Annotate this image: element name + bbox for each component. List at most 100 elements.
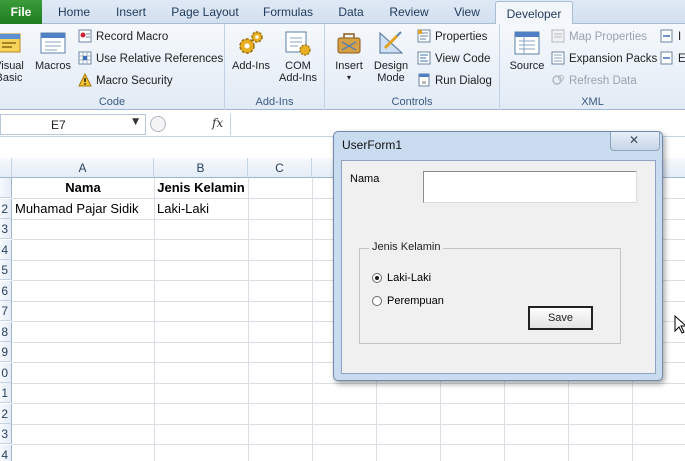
- design-mode-label-2: Mode: [377, 72, 405, 84]
- properties-button[interactable]: Properties: [417, 27, 487, 47]
- group-addins-label: Add-Ins: [255, 96, 294, 108]
- xml-import-button[interactable]: I: [660, 27, 681, 47]
- tab-data[interactable]: Data: [328, 0, 374, 24]
- xml-import-label: I: [678, 31, 682, 43]
- cell-b2[interactable]: Laki-Laki: [157, 199, 248, 219]
- tab-formulas[interactable]: Formulas: [252, 0, 324, 24]
- formula-options-icon[interactable]: [150, 116, 166, 132]
- tab-view[interactable]: View: [444, 0, 490, 24]
- radio-laki-laki[interactable]: [372, 273, 382, 283]
- tab-review[interactable]: Review: [378, 0, 440, 24]
- chevron-down-icon[interactable]: ▼: [132, 117, 139, 127]
- gridline: [154, 178, 155, 461]
- row-header[interactable]: 3: [0, 424, 12, 444]
- visual-basic-button[interactable]: Visual Basic: [0, 28, 26, 84]
- row-header[interactable]: 9: [0, 342, 12, 362]
- cell-a2[interactable]: Muhamad Pajar Sidik: [15, 199, 154, 219]
- gridline: [312, 178, 313, 461]
- record-macro-button[interactable]: Record Macro: [78, 27, 168, 47]
- macros-icon: [40, 32, 66, 54]
- com-addins-button[interactable]: COM Add-Ins: [275, 28, 321, 84]
- run-dialog-label: Run Dialog: [435, 75, 492, 87]
- macros-button[interactable]: Macros: [33, 28, 73, 72]
- row-header-label: 0: [1, 365, 8, 380]
- view-code-button[interactable]: View Code: [417, 49, 490, 69]
- xml-source-icon: [514, 31, 540, 55]
- refresh-data-button[interactable]: Refresh Data: [551, 71, 637, 91]
- row-header[interactable]: [0, 178, 12, 198]
- tab-page-layout[interactable]: Page Layout: [162, 0, 248, 24]
- gridline: [12, 444, 685, 445]
- xml-export-button[interactable]: E: [660, 49, 685, 69]
- cell-a1[interactable]: Nama: [12, 178, 154, 198]
- row-header[interactable]: 1: [0, 383, 12, 403]
- column-header-c[interactable]: C: [248, 158, 312, 178]
- macro-security-button[interactable]: Macro Security: [78, 71, 173, 91]
- map-properties-button[interactable]: Map Properties: [551, 27, 647, 47]
- run-dialog-icon: [418, 73, 430, 87]
- select-all-corner[interactable]: [0, 158, 12, 178]
- column-header-b[interactable]: B: [154, 158, 248, 178]
- row-header[interactable]: 2: [0, 198, 12, 219]
- row-header[interactable]: 6: [0, 280, 12, 301]
- tab-insert[interactable]: Insert: [104, 0, 158, 24]
- cell-b1[interactable]: Jenis Kelamin: [154, 178, 248, 198]
- design-mode-icon: [379, 31, 404, 54]
- record-macro-icon: [78, 29, 92, 43]
- row-header-label: 8: [1, 324, 8, 339]
- refresh-data-label: Refresh Data: [569, 75, 637, 87]
- row-header[interactable]: 2: [0, 403, 12, 424]
- xml-source-label: Source: [509, 60, 545, 72]
- run-dialog-button[interactable]: Run Dialog: [417, 71, 492, 91]
- group-xml: Source Map Properties Expansion Packs Re…: [500, 24, 685, 110]
- visual-basic-icon: [0, 33, 21, 53]
- row-header[interactable]: 8: [0, 321, 12, 342]
- use-relative-references-button[interactable]: Use Relative References: [78, 49, 223, 69]
- addins-button[interactable]: Add-Ins: [231, 28, 271, 72]
- com-addins-icon: [285, 31, 311, 56]
- chevron-down-icon: ▾: [346, 73, 351, 82]
- row-header[interactable]: 5: [0, 260, 12, 280]
- export-icon: [660, 51, 673, 65]
- visual-basic-label-2: Basic: [0, 72, 23, 84]
- column-header-a[interactable]: A: [12, 158, 154, 178]
- tab-developer[interactable]: Developer: [495, 1, 573, 25]
- userform-window: UserForm1 ✕ Nama Jenis Kelamin Laki-Laki…: [333, 131, 663, 381]
- row-header[interactable]: 7: [0, 301, 12, 321]
- insert-function-button[interactable]: fx: [212, 116, 223, 130]
- nama-textbox[interactable]: [423, 171, 637, 203]
- warning-icon: [78, 73, 92, 87]
- radio-perempuan-label[interactable]: Perempuan: [387, 295, 444, 307]
- com-addins-label-2: Add-Ins: [279, 72, 317, 84]
- relative-references-icon: [78, 51, 92, 65]
- expansion-packs-button[interactable]: Expansion Packs: [551, 49, 657, 69]
- design-mode-button[interactable]: Design Mode: [370, 28, 412, 84]
- xml-source-button[interactable]: Source: [507, 28, 547, 72]
- group-code-label: Code: [98, 96, 126, 108]
- name-box[interactable]: E7 ▼: [0, 114, 146, 135]
- radio-perempuan[interactable]: [372, 296, 382, 306]
- expansion-packs-label: Expansion Packs: [569, 53, 658, 65]
- row-header[interactable]: 4: [0, 444, 12, 461]
- group-xml-label: XML: [581, 96, 604, 108]
- properties-label: Properties: [435, 31, 488, 43]
- row-header[interactable]: 3: [0, 219, 12, 239]
- radio-laki-laki-label[interactable]: Laki-Laki: [387, 272, 431, 284]
- tab-file[interactable]: File: [0, 0, 42, 24]
- map-properties-icon: [551, 29, 565, 43]
- macro-security-label: Macro Security: [96, 75, 173, 87]
- nama-label: Nama: [350, 173, 380, 185]
- group-addins: Add-Ins COM Add-Ins Add-Ins: [225, 24, 325, 110]
- insert-control-button[interactable]: Insert ▾: [331, 28, 367, 84]
- row-header[interactable]: 4: [0, 239, 12, 260]
- gridline: [248, 178, 249, 461]
- row-header-label: 3: [1, 427, 8, 441]
- tab-home[interactable]: Home: [48, 0, 100, 24]
- row-header[interactable]: 0: [0, 362, 12, 383]
- close-button[interactable]: ✕: [610, 132, 660, 151]
- userform-body: Nama Jenis Kelamin Laki-Laki Perempuan S…: [341, 160, 656, 374]
- save-button[interactable]: Save: [528, 306, 593, 330]
- gridline: [12, 382, 685, 384]
- toolbox-icon: [337, 33, 361, 54]
- gridline: [12, 403, 685, 404]
